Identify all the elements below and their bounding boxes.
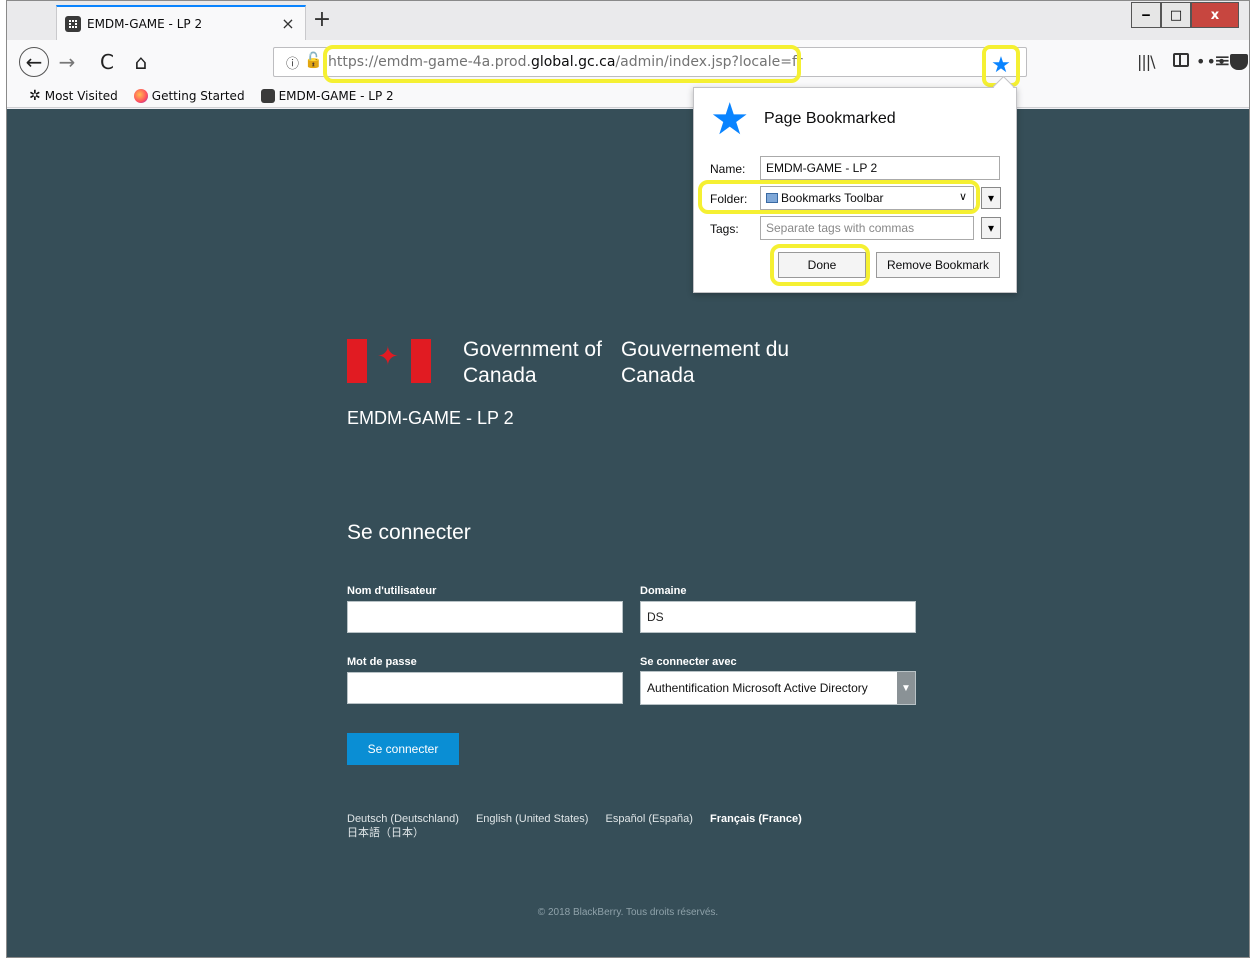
lang-ja[interactable]: 日本語（日本） bbox=[347, 827, 424, 839]
gear-icon: ✲ bbox=[29, 87, 41, 104]
url-highlight bbox=[323, 45, 801, 83]
star-icon: ★ bbox=[991, 53, 1011, 78]
page-content: ✦ Government of Canada Gouvernement du C… bbox=[7, 109, 1249, 957]
bookmark-most-visited[interactable]: ✲ Most Visited bbox=[29, 88, 118, 104]
tags-input[interactable]: Separate tags with commas bbox=[760, 216, 974, 240]
lang-es[interactable]: Español (España) bbox=[606, 813, 693, 825]
lang-fr[interactable]: Français (France) bbox=[710, 813, 802, 825]
password-input[interactable] bbox=[347, 672, 623, 704]
password-label: Mot de passe bbox=[347, 656, 417, 668]
forward-button[interactable]: → bbox=[53, 48, 81, 76]
gov-name-fr: Gouvernement du Canada bbox=[621, 338, 790, 387]
close-window-button[interactable]: x bbox=[1191, 2, 1239, 28]
bookmark-name-input[interactable]: EMDM-GAME - LP 2 bbox=[760, 156, 1000, 180]
domain-input[interactable]: DS bbox=[640, 601, 916, 633]
home-button[interactable]: ⌂ bbox=[127, 48, 155, 76]
done-highlight bbox=[770, 244, 870, 286]
hamburger-menu-icon[interactable]: ≡ bbox=[1214, 48, 1231, 72]
star-icon: ★ bbox=[710, 95, 750, 144]
maximize-button[interactable]: □ bbox=[1161, 2, 1191, 28]
canada-flag-icon: ✦ bbox=[347, 339, 431, 383]
tab-title: EMDM-GAME - LP 2 bbox=[87, 16, 203, 31]
insecure-lock-icon[interactable]: 🔓 bbox=[304, 51, 323, 69]
name-label: Name: bbox=[710, 162, 746, 176]
info-icon[interactable]: ⓘ bbox=[286, 53, 299, 72]
bookmark-panel: ★ Page Bookmarked Name: EMDM-GAME - LP 2… bbox=[693, 87, 1017, 293]
tab-close-icon[interactable]: × bbox=[279, 14, 297, 33]
gov-name-en: Government of Canada bbox=[463, 338, 602, 387]
folder-highlight bbox=[698, 180, 980, 214]
chevron-down-icon[interactable]: ▼ bbox=[897, 672, 915, 704]
login-with-label: Se connecter avec bbox=[640, 656, 737, 668]
tags-expand-button[interactable]: ▾ bbox=[981, 217, 1001, 239]
username-label: Nom d'utilisateur bbox=[347, 585, 437, 597]
title-bar: EMDM-GAME - LP 2 × + ‒ □ x bbox=[7, 1, 1249, 40]
panel-title: Page Bookmarked bbox=[764, 110, 896, 127]
site-title: EMDM-GAME - LP 2 bbox=[347, 408, 514, 428]
library-icon[interactable]: |||\ bbox=[1137, 52, 1156, 71]
sidebar-icon[interactable] bbox=[1173, 53, 1189, 67]
tab-emdm-game[interactable]: EMDM-GAME - LP 2 × bbox=[56, 5, 306, 40]
back-button[interactable]: ← bbox=[19, 47, 49, 77]
folder-expand-button[interactable]: ▾ bbox=[981, 187, 1001, 209]
bookmarks-toolbar: ✲ Most Visited Getting Started EMDM-GAME… bbox=[7, 84, 1249, 108]
lang-de[interactable]: Deutsch (Deutschland) bbox=[347, 813, 459, 825]
bookmark-getting-started[interactable]: Getting Started bbox=[133, 88, 245, 103]
firefox-icon bbox=[133, 88, 148, 103]
tags-label: Tags: bbox=[710, 222, 739, 236]
new-tab-button[interactable]: + bbox=[310, 9, 334, 33]
pocket-icon[interactable] bbox=[1230, 54, 1248, 70]
remove-bookmark-button[interactable]: Remove Bookmark bbox=[876, 252, 1000, 278]
language-links: Deutsch (Deutschland) English (United St… bbox=[347, 812, 816, 840]
minimize-button[interactable]: ‒ bbox=[1131, 2, 1161, 28]
login-heading: Se connecter bbox=[347, 521, 471, 544]
username-input[interactable] bbox=[347, 601, 623, 633]
blackberry-icon bbox=[65, 15, 81, 32]
login-with-select[interactable]: Authentification Microsoft Active Direct… bbox=[640, 671, 916, 705]
login-button[interactable]: Se connecter bbox=[347, 733, 459, 765]
copyright: © 2018 BlackBerry. Tous droits réservés. bbox=[537, 907, 719, 918]
bookmark-emdm-game[interactable]: EMDM-GAME - LP 2 bbox=[260, 88, 394, 103]
blackberry-icon bbox=[260, 88, 275, 103]
browser-window: EMDM-GAME - LP 2 × + ‒ □ x ← → C ⌂ ⓘ 🔓 h… bbox=[6, 0, 1250, 958]
domain-label: Domaine bbox=[640, 585, 687, 597]
reload-button[interactable]: C bbox=[93, 48, 121, 76]
lang-en[interactable]: English (United States) bbox=[476, 813, 589, 825]
